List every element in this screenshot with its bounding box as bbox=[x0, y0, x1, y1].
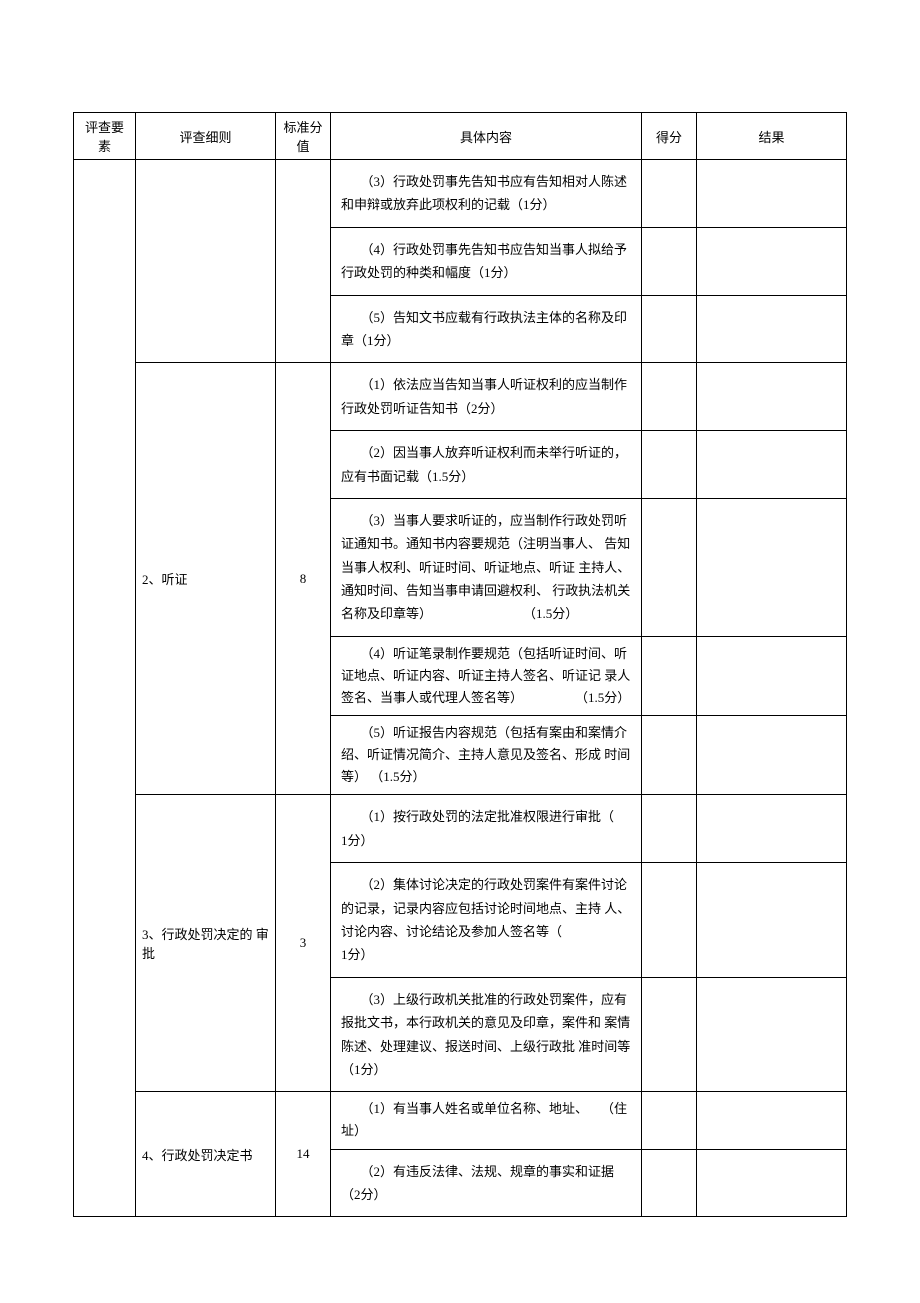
content-cell: （1）依法应当告知当事人听证权利的应当制作 行政处罚听证告知书（2分） bbox=[331, 363, 642, 431]
result-cell bbox=[697, 363, 847, 431]
result-cell bbox=[697, 1149, 847, 1217]
content-cell: （3）上级行政机关批准的行政处罚案件，应有 报批文书，本行政机关的意见及印章，案… bbox=[331, 977, 642, 1092]
content-cell: （3）行政处罚事先告知书应有告知相对人陈述 和申辩或放弃此项权利的记载（1分） bbox=[331, 160, 642, 228]
points-cell bbox=[642, 363, 697, 431]
points-cell bbox=[642, 295, 697, 363]
rule-cell: 2、听证 bbox=[136, 363, 276, 795]
score-cell: 14 bbox=[276, 1092, 331, 1217]
result-cell bbox=[697, 431, 847, 499]
content-cell: （4）行政处罚事先告知书应告知当事人拟给予 行政处罚的种类和幅度（1分） bbox=[331, 227, 642, 295]
content-cell: （1）按行政处罚的法定批准权限进行审批（ 1分） bbox=[331, 795, 642, 863]
points-cell bbox=[642, 1149, 697, 1217]
rule-cell: 4、行政处罚决定书 bbox=[136, 1092, 276, 1217]
points-cell bbox=[642, 795, 697, 863]
header-content: 具体内容 bbox=[331, 113, 642, 160]
result-cell bbox=[697, 716, 847, 795]
content-cell: （2）因当事人放弃听证权利而未举行听证的， 应有书面记载（1.5分） bbox=[331, 431, 642, 499]
content-cell: （5）听证报告内容规范（包括有案由和案情介绍、听证情况简介、主持人意见及签名、形… bbox=[331, 716, 642, 795]
result-cell bbox=[697, 160, 847, 228]
evaluation-table: 评查要素 评查细则 标准分值 具体内容 得分 结果 （3）行政处罚事先告知书应有… bbox=[73, 112, 847, 1217]
table-header-row: 评查要素 评查细则 标准分值 具体内容 得分 结果 bbox=[74, 113, 847, 160]
result-cell bbox=[697, 1092, 847, 1149]
result-cell bbox=[697, 227, 847, 295]
points-cell bbox=[642, 431, 697, 499]
table-row: （3）行政处罚事先告知书应有告知相对人陈述 和申辩或放弃此项权利的记载（1分） bbox=[74, 160, 847, 228]
points-cell bbox=[642, 1092, 697, 1149]
header-factor: 评查要素 bbox=[74, 113, 136, 160]
result-cell bbox=[697, 636, 847, 715]
header-points: 得分 bbox=[642, 113, 697, 160]
rule-cell: 3、行政处罚决定的 审批 bbox=[136, 795, 276, 1092]
header-std-score: 标准分值 bbox=[276, 113, 331, 160]
points-cell bbox=[642, 498, 697, 636]
header-rule: 评查细则 bbox=[136, 113, 276, 160]
result-cell bbox=[697, 795, 847, 863]
points-cell bbox=[642, 863, 697, 978]
factor-cell bbox=[74, 160, 136, 1217]
content-cell: （1）有当事人姓名或单位名称、地址、 （住址） bbox=[331, 1092, 642, 1149]
result-cell bbox=[697, 295, 847, 363]
points-cell bbox=[642, 977, 697, 1092]
result-cell bbox=[697, 863, 847, 978]
content-cell: （5）告知文书应载有行政执法主体的名称及印 章（1分） bbox=[331, 295, 642, 363]
points-cell bbox=[642, 160, 697, 228]
table-row: 2、听证 8 （1）依法应当告知当事人听证权利的应当制作 行政处罚听证告知书（2… bbox=[74, 363, 847, 431]
content-cell: （4）听证笔录制作要规范（包括听证时间、听 证地点、听证内容、听证主持人签名、听… bbox=[331, 636, 642, 715]
header-result: 结果 bbox=[697, 113, 847, 160]
score-cell bbox=[276, 160, 331, 363]
content-cell: （2）集体讨论决定的行政处罚案件有案件讨论 的记录，记录内容应包括讨论时间地点、… bbox=[331, 863, 642, 978]
result-cell bbox=[697, 498, 847, 636]
result-cell bbox=[697, 977, 847, 1092]
score-cell: 8 bbox=[276, 363, 331, 795]
content-cell: （3）当事人要求听证的，应当制作行政处罚听 证通知书。通知书内容要规范（注明当事… bbox=[331, 498, 642, 636]
points-cell bbox=[642, 227, 697, 295]
points-cell bbox=[642, 636, 697, 715]
table-row: 4、行政处罚决定书 14 （1）有当事人姓名或单位名称、地址、 （住址） bbox=[74, 1092, 847, 1149]
points-cell bbox=[642, 716, 697, 795]
content-cell: （2）有违反法律、法规、规章的事实和证据（2分） bbox=[331, 1149, 642, 1217]
rule-cell bbox=[136, 160, 276, 363]
score-cell: 3 bbox=[276, 795, 331, 1092]
table-row: 3、行政处罚决定的 审批 3 （1）按行政处罚的法定批准权限进行审批（ 1分） bbox=[74, 795, 847, 863]
